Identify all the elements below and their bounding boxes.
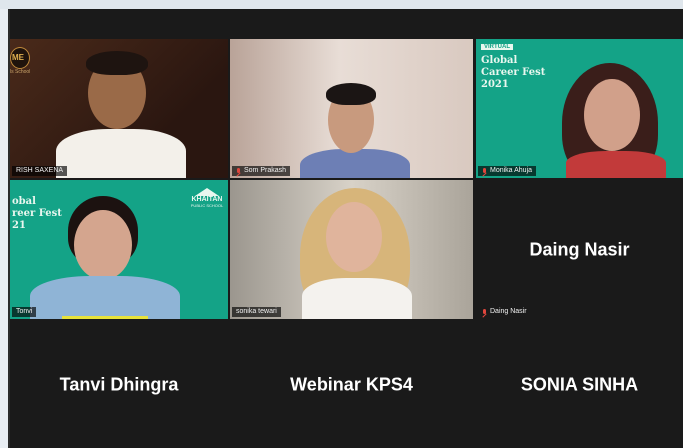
participant-tile-sonia-sinha[interactable]: SONIA SINHA (476, 321, 683, 448)
video-gallery: ME ls School RISH SAXENA Som Prakash VIR… (10, 9, 683, 448)
mic-muted-icon (482, 168, 487, 174)
person-top (566, 151, 666, 178)
participant-display-name: Daing Nasir (529, 239, 630, 259)
mic-muted-icon (482, 309, 487, 315)
school-logo-text: ls School (10, 69, 31, 75)
participant-tile-monika-ahuja[interactable]: VIRTUAL Global Career Fest 2021 Monika A… (476, 39, 683, 178)
person-hair (86, 51, 148, 75)
name-tag: RISH SAXENA (12, 166, 68, 176)
banner-line-3: 21 (12, 220, 26, 231)
participant-display-name: SONIA SINHA (520, 374, 639, 394)
participant-tile-daing-nasir[interactable]: Daing Nasir Daing Nasir (476, 180, 683, 319)
window-top-bar (0, 0, 683, 9)
school-logo: ME (10, 47, 30, 69)
mic-muted-icon (236, 168, 241, 174)
participant-tile-webinar-kps4[interactable]: Webinar KPS4 (230, 321, 473, 448)
virtual-tag: VIRTUAL (481, 44, 513, 50)
name-tag: sonika tewari (232, 307, 281, 317)
participant-tile-rish-saxena[interactable]: ME ls School RISH SAXENA (10, 39, 228, 178)
name-tag: Monika Ahuja (478, 166, 537, 176)
participant-display-name: Tanvi Dhingra (59, 374, 179, 394)
person-shirt (302, 278, 412, 319)
participant-tile-tonvi[interactable]: obal reer Fest 21 KHAITAN PUBLIC SCHOOL … (10, 180, 228, 319)
banner-line-2: Career Fest (481, 67, 546, 78)
person-shirt (300, 149, 410, 178)
banner-line-1: Global (481, 55, 518, 66)
name-tag: Som Prakash (232, 166, 291, 176)
mountain-icon (195, 188, 219, 196)
participant-tile-tanvi-dhingra[interactable]: Tanvi Dhingra (10, 321, 228, 448)
name-tag: Tonvi (12, 307, 37, 317)
person-head (326, 202, 382, 272)
khaitan-logo: KHAITAN PUBLIC SCHOOL (190, 188, 224, 208)
participant-display-name: Webinar KPS4 (290, 374, 413, 394)
banner-line-2: reer Fest (12, 208, 62, 219)
speaking-indicator (62, 316, 148, 319)
participant-tile-sonika-tewari[interactable]: sonika tewari (230, 180, 473, 319)
person-hair (326, 83, 376, 105)
person-head (74, 210, 132, 280)
participant-tile-som-prakash[interactable]: Som Prakash (230, 39, 473, 178)
name-tag: Daing Nasir (478, 307, 531, 317)
person-head (584, 79, 640, 151)
person-shirt (30, 276, 180, 319)
banner-line-3: 2021 (481, 79, 509, 90)
banner-line-1: obal (12, 196, 36, 207)
person-shirt (56, 129, 186, 178)
